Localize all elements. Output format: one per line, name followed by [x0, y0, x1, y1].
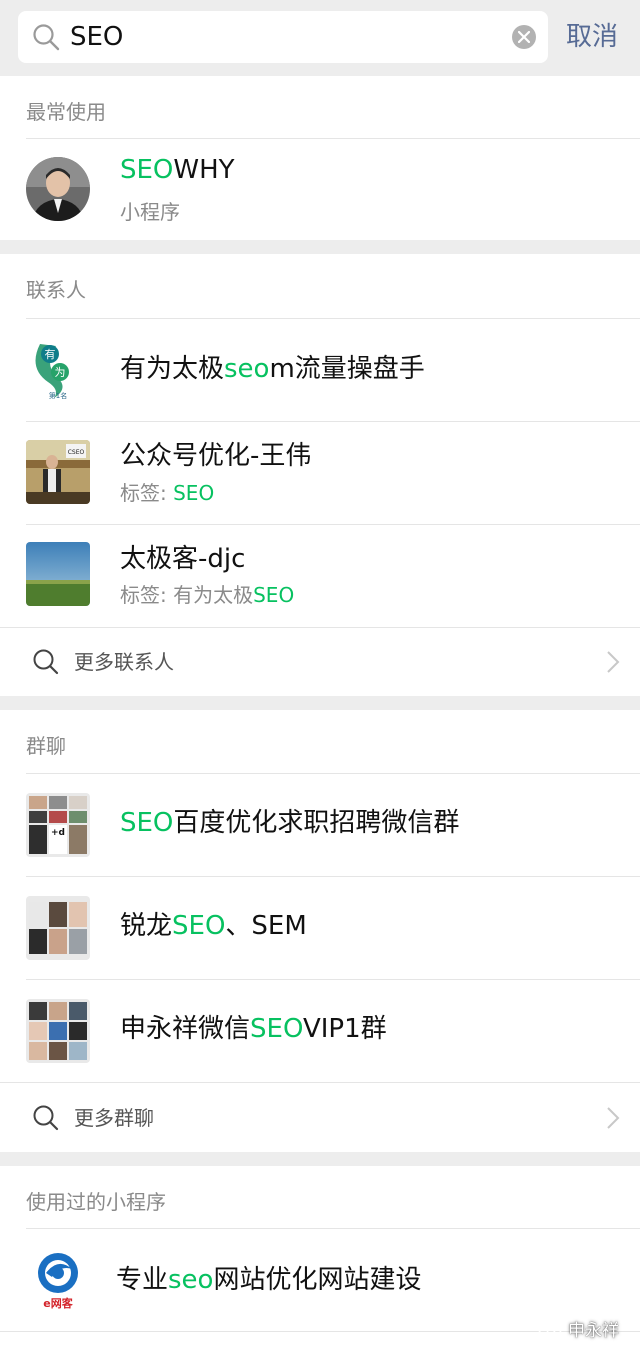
section-groups: 群聊 +d SEO百度优化求职招聘微信群 锐龙SEO、SEM 申永祥微信SEOV… [0, 710, 640, 1152]
name-highlight: seo [224, 354, 270, 384]
clear-icon [518, 31, 530, 43]
name-highlight: SEO [120, 155, 174, 185]
section-title: 群聊 [26, 734, 66, 758]
contact-item[interactable]: 有 为 第1名 有为太极seom流量操盘手 [0, 319, 640, 421]
avatar-text: CSEO [68, 449, 85, 456]
section-frequent: 最常使用 SEOWHY 小程序 [0, 76, 640, 240]
name-pre: 申永祥微信 [120, 1014, 251, 1044]
name-highlight: SEO [172, 911, 226, 941]
item-name: SEO百度优化求职招聘微信群 [120, 806, 459, 840]
item-name: 有为太极seom流量操盘手 [120, 352, 425, 386]
chevron-right-icon [607, 1107, 620, 1129]
item-name: SEOWHY [120, 153, 235, 187]
name-post: m流量操盘手 [269, 354, 425, 384]
item-name: 专业seo网站优化网站建设 [116, 1263, 421, 1297]
wechat-icon [538, 1321, 562, 1338]
tag-label: 标签: 有为太极 [120, 583, 254, 607]
name-highlight: seo [168, 1265, 214, 1295]
avatar [26, 999, 90, 1063]
avatar: e网客 [26, 1247, 90, 1311]
name-highlight: SEO [250, 1014, 303, 1044]
item-name: 公众号优化-王伟 [120, 441, 312, 471]
name-post: 网站优化网站建设 [213, 1265, 422, 1295]
group-item[interactable]: 锐龙SEO、SEM [0, 877, 640, 979]
tag-label: 标签: [120, 481, 174, 505]
mini-program-item[interactable]: e网客 专业seo网站优化网站建设 [0, 1229, 640, 1331]
name-pre: 锐龙 [120, 911, 173, 941]
contact-item[interactable]: CSEO 公众号优化-王伟 标签: SEO [0, 422, 640, 524]
contact-item[interactable]: 太极客-djc 标签: 有为太极SEO [0, 525, 640, 627]
item-tag: 标签: 有为太极SEO [120, 581, 294, 609]
section-title: 使用过的小程序 [26, 1190, 166, 1214]
search-icon [33, 1105, 59, 1131]
avatar: CSEO [26, 440, 90, 504]
name-post: 、SEM [225, 911, 307, 941]
section-title: 联系人 [26, 278, 86, 302]
section-contacts: 联系人 有 为 第1名 有为太极seom流量操盘手 CSEO 公众号优化-王伟 … [0, 254, 640, 696]
clear-button[interactable] [512, 25, 536, 49]
more-groups-button[interactable]: 更多群聊 [0, 1083, 640, 1152]
name-post: 百度优化求职招聘微信群 [173, 808, 460, 838]
name-pre: 专业 [116, 1265, 169, 1295]
chevron-right-icon [607, 651, 620, 673]
item-name: 锐龙SEO、SEM [120, 909, 307, 943]
group-item[interactable]: +d SEO百度优化求职招聘微信群 [0, 774, 640, 876]
section-title: 最常使用 [26, 100, 106, 124]
avatar: 有 为 第1名 [26, 338, 90, 402]
avatar [26, 542, 90, 606]
more-label: 更多群聊 [74, 1106, 154, 1130]
more-label: 更多联系人 [74, 650, 174, 674]
search-input[interactable]: SEO [70, 20, 123, 54]
avatar: +d [26, 793, 90, 857]
name-post: VIP1群 [302, 1014, 387, 1044]
avatar-text: +d [49, 825, 67, 854]
search-box[interactable]: SEO [18, 11, 548, 63]
group-item[interactable]: 申永祥微信SEOVIP1群 [0, 980, 640, 1082]
more-contacts-button[interactable]: 更多联系人 [0, 628, 640, 696]
search-icon [33, 24, 60, 51]
avatar [26, 157, 90, 221]
name-highlight: SEO [120, 808, 174, 838]
tag-highlight: SEO [173, 481, 215, 505]
list-item-seowhy[interactable]: SEOWHY 小程序 [0, 139, 640, 240]
item-subtitle: 小程序 [120, 200, 180, 224]
cancel-button[interactable]: 取消 [566, 20, 618, 54]
name-pre: 有为太极 [120, 354, 225, 384]
avatar [26, 896, 90, 960]
avatar-text: 有 [45, 347, 56, 361]
item-name: 太极客-djc [120, 544, 246, 574]
name-rest: WHY [173, 155, 235, 185]
watermark-text: 申永祥 [568, 1321, 619, 1341]
item-name: 申永祥微信SEOVIP1群 [120, 1012, 387, 1046]
item-tag: 标签: SEO [120, 479, 214, 507]
avatar-caption: 第1名 [49, 391, 67, 400]
tag-highlight: SEO [253, 583, 295, 607]
watermark: 申永祥 [538, 1320, 619, 1342]
logo-text: e网客 [43, 1296, 73, 1310]
search-icon [33, 649, 59, 675]
search-bar: SEO 取消 [0, 0, 640, 76]
avatar-text: 为 [55, 366, 66, 379]
